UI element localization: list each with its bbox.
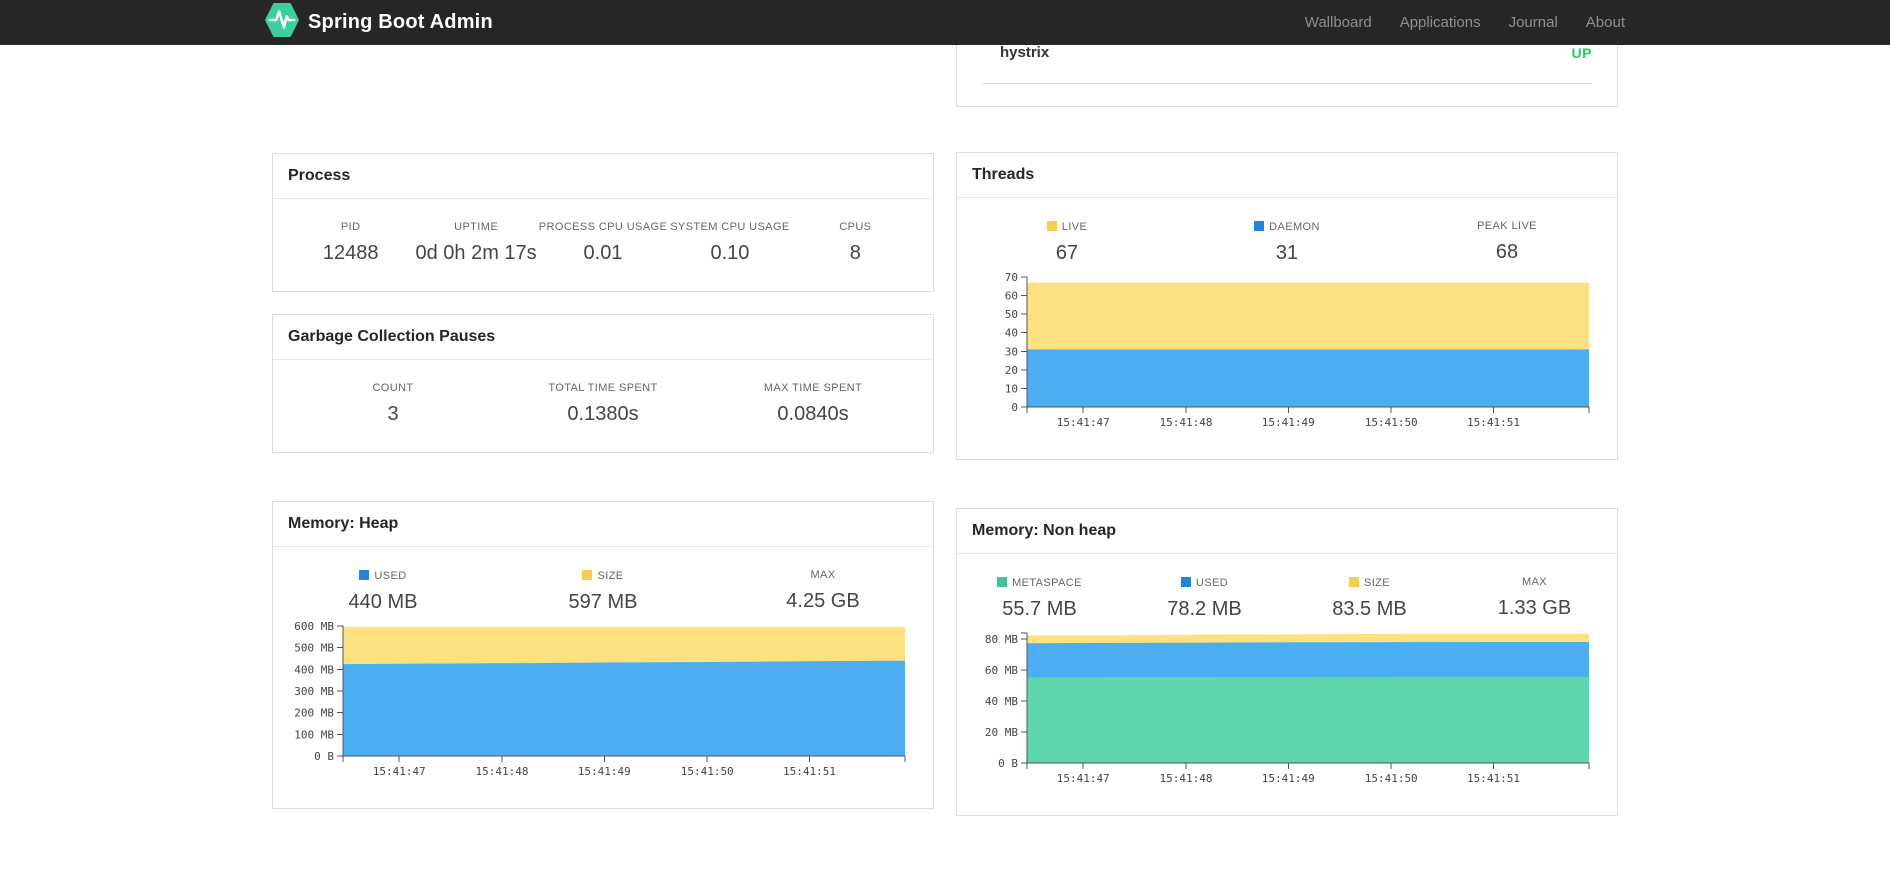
nonheap-area-chart: 0 B 20 MB 40 MB 60 MB 80 MB 15:41:47 15:41:48 1…: [985, 632, 1590, 785]
threads-panel-title: Threads: [957, 153, 1617, 198]
process-stats: PID 12488 UPTIME 0d 0h 2m 17s PROCESS CP…: [273, 199, 933, 291]
svg-text:15:41:51: 15:41:51: [1467, 416, 1520, 429]
svg-text:15:41:47: 15:41:47: [1057, 772, 1110, 785]
application-name-link[interactable]: hystrix: [1000, 44, 1049, 61]
pulse-hexagon-logo-icon: [265, 1, 299, 44]
svg-text:15:41:50: 15:41:50: [1365, 416, 1418, 429]
svg-text:70: 70: [1005, 271, 1018, 284]
svg-text:20: 20: [1005, 364, 1018, 377]
heap-chart-area: USED 440 MB SIZE 597 MB MAX 4.25 GB 0 B 1…: [273, 547, 933, 808]
legend-heap-size: SIZE 597 MB: [568, 570, 638, 613]
stat-uptime: UPTIME 0d 0h 2m 17s: [415, 221, 537, 264]
stat-gc-total-time: TOTAL TIME SPENT 0.1380s: [548, 382, 658, 425]
used-swatch-icon: [359, 570, 370, 580]
svg-text:300 MB: 300 MB: [294, 685, 334, 698]
svg-text:15:41:51: 15:41:51: [1467, 772, 1520, 785]
stat-system-cpu-usage: SYSTEM CPU USAGE 0.10: [670, 221, 790, 264]
legend-nonheap-max: MAX 1.33 GB: [1497, 576, 1572, 619]
legend-nonheap-size: SIZE 83.5 MB: [1332, 577, 1407, 620]
stat-gc-count: COUNT 3: [372, 382, 414, 425]
svg-text:0: 0: [1011, 401, 1018, 414]
daemon-swatch-icon: [1254, 221, 1265, 231]
app-title: Spring Boot Admin: [308, 11, 493, 33]
gc-panel-title: Garbage Collection Pauses: [273, 315, 933, 360]
process-panel: Process PID 12488 UPTIME 0d 0h 2m 17s PR…: [272, 153, 934, 292]
legend-nonheap-used: USED 78.2 MB: [1167, 577, 1242, 620]
nav-item-journal[interactable]: Journal: [1495, 14, 1572, 31]
legend-metaspace: METASPACE 55.7 MB: [957, 576, 1122, 621]
nav-menu: Wallboard Applications Journal About: [1291, 14, 1625, 31]
legend-peak-live: PEAK LIVE 68: [1477, 220, 1537, 263]
svg-text:15:41:47: 15:41:47: [373, 765, 426, 778]
application-row: hystrix UP: [982, 44, 1592, 84]
nav-item-wallboard[interactable]: Wallboard: [1291, 14, 1386, 31]
stat-pid: PID 12488: [322, 221, 379, 264]
stat-gc-max-time: MAX TIME SPENT 0.0840s: [763, 382, 863, 425]
top-navbar: Spring Boot Admin Wallboard Applications…: [0, 0, 1890, 45]
memory-heap-panel: Memory: Heap USED 440 MB SIZE 597 MB MAX…: [272, 501, 934, 809]
svg-text:40: 40: [1005, 327, 1018, 340]
nonheap-panel-title: Memory: Non heap: [957, 509, 1617, 554]
stat-cpus: CPUS 8: [839, 221, 872, 264]
svg-text:100 MB: 100 MB: [294, 728, 334, 741]
threads-chart-area: LIVE 67 DAEMON 31 PEAK LIVE 68 0 10 20 30 40…: [957, 198, 1617, 459]
left-column: Process PID 12488 UPTIME 0d 0h 2m 17s PR…: [272, 45, 934, 816]
svg-text:40 MB: 40 MB: [985, 695, 1018, 708]
legend-heap-used: USED 440 MB: [348, 570, 418, 613]
memory-nonheap-panel: Memory: Non heap METASPACE 55.7 MB USED …: [956, 508, 1618, 816]
brand[interactable]: Spring Boot Admin: [265, 1, 493, 44]
stat-process-cpu-usage: PROCESS CPU USAGE 0.01: [538, 221, 668, 264]
application-status-badge: UP: [1571, 44, 1592, 61]
svg-text:10: 10: [1005, 382, 1018, 395]
svg-text:15:41:50: 15:41:50: [1365, 772, 1418, 785]
svg-text:80 MB: 80 MB: [985, 633, 1018, 646]
gc-pauses-panel: Garbage Collection Pauses COUNT 3 TOTAL …: [272, 314, 934, 453]
heap-legend: USED 440 MB SIZE 597 MB MAX 4.25 GB: [273, 569, 933, 614]
right-column: hystrix UP Threads LIVE 67 DAEMON 31 PEA…: [956, 15, 1618, 816]
threads-legend: LIVE 67 DAEMON 31 PEAK LIVE 68: [957, 220, 1617, 265]
heap-area-chart: 0 B 100 MB 200 MB 300 MB 400 MB 500 MB 600 MB 1…: [294, 620, 906, 778]
svg-text:15:41:49: 15:41:49: [1262, 416, 1315, 429]
svg-text:400 MB: 400 MB: [294, 663, 334, 676]
svg-text:0 B: 0 B: [998, 757, 1018, 770]
svg-text:20 MB: 20 MB: [985, 726, 1018, 739]
nav-item-about[interactable]: About: [1572, 14, 1625, 31]
svg-text:600 MB: 600 MB: [294, 620, 334, 633]
used-swatch-icon: [1180, 577, 1191, 587]
svg-text:0 B: 0 B: [314, 750, 334, 763]
nonheap-chart-area: METASPACE 55.7 MB USED 78.2 MB SIZE 83.5…: [957, 554, 1617, 815]
svg-text:15:41:47: 15:41:47: [1057, 416, 1110, 429]
threads-area-chart: 0 10 20 30 40 50 60 70 15:41:47 15:41:48 15:41:49 1…: [1005, 271, 1590, 429]
svg-text:15:41:49: 15:41:49: [1262, 772, 1315, 785]
metaspace-swatch-icon: [997, 577, 1008, 587]
legend-live: LIVE 67: [957, 220, 1177, 265]
nav-item-applications[interactable]: Applications: [1386, 14, 1495, 31]
live-swatch-icon: [1046, 221, 1057, 231]
threads-panel: Threads LIVE 67 DAEMON 31 PEAK LIVE 68 0…: [956, 152, 1618, 460]
svg-text:15:41:48: 15:41:48: [1160, 416, 1213, 429]
size-swatch-icon: [582, 570, 593, 580]
svg-text:60: 60: [1005, 290, 1018, 303]
svg-text:15:41:48: 15:41:48: [476, 765, 529, 778]
svg-text:15:41:50: 15:41:50: [681, 765, 734, 778]
svg-text:60 MB: 60 MB: [985, 664, 1018, 677]
size-swatch-icon: [1348, 577, 1359, 587]
legend-heap-max: MAX 4.25 GB: [786, 569, 860, 612]
svg-text:30: 30: [1005, 345, 1018, 358]
heap-panel-title: Memory: Heap: [273, 502, 933, 547]
main-content: Process PID 12488 UPTIME 0d 0h 2m 17s PR…: [272, 15, 1618, 816]
svg-text:50: 50: [1005, 308, 1018, 321]
svg-text:200 MB: 200 MB: [294, 707, 334, 720]
svg-text:15:41:48: 15:41:48: [1160, 772, 1213, 785]
svg-text:15:41:49: 15:41:49: [578, 765, 631, 778]
gc-stats: COUNT 3 TOTAL TIME SPENT 0.1380s MAX TIM…: [273, 360, 933, 452]
svg-text:15:41:51: 15:41:51: [783, 765, 836, 778]
legend-daemon: DAEMON 31: [1177, 220, 1397, 265]
nonheap-legend: METASPACE 55.7 MB USED 78.2 MB SIZE 83.5…: [957, 576, 1617, 621]
svg-text:500 MB: 500 MB: [294, 642, 334, 655]
process-panel-title: Process: [273, 154, 933, 199]
